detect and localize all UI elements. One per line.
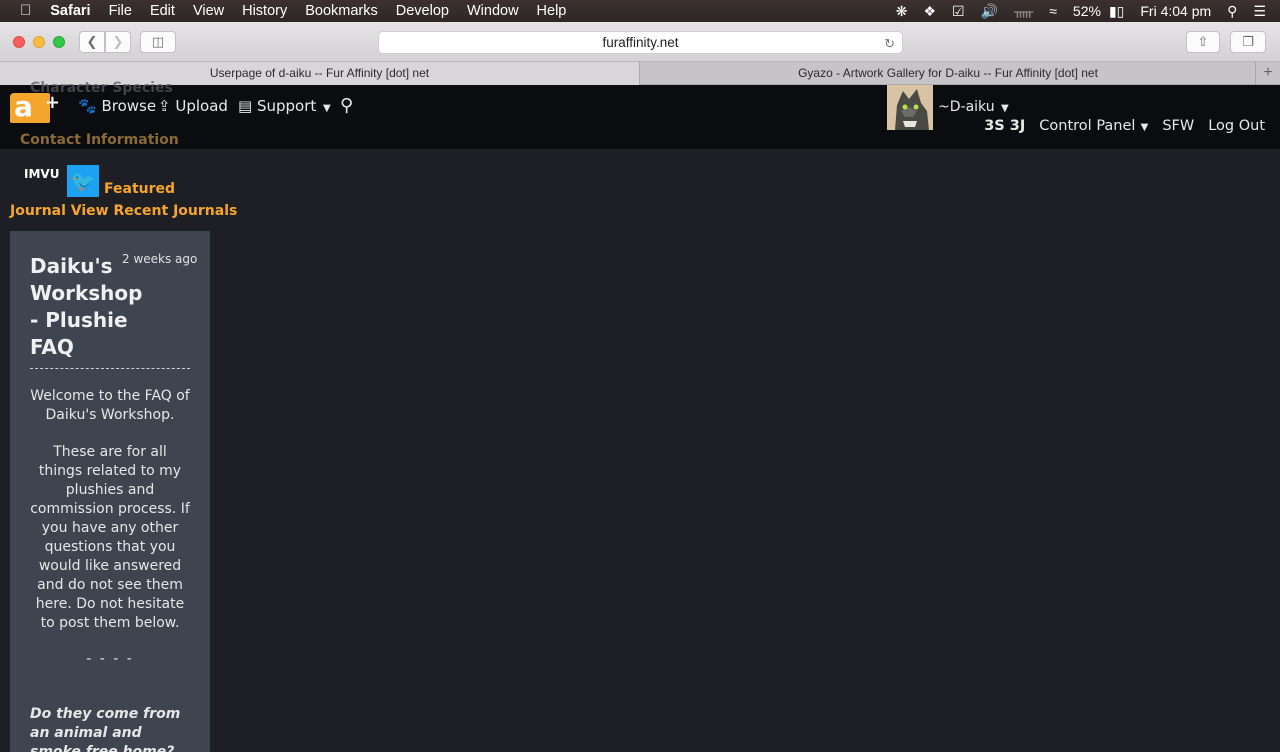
sfw-toggle[interactable]: SFW bbox=[1162, 118, 1194, 134]
apple-menu-icon[interactable]:  bbox=[0, 0, 41, 22]
journal-links[interactable]: Journal View Recent Journals bbox=[10, 203, 237, 219]
battery-icon[interactable]: ▮▯ bbox=[1109, 0, 1132, 22]
journal-timestamp: 2 weeks ago bbox=[122, 252, 198, 266]
menu-bookmarks[interactable]: Bookmarks bbox=[296, 0, 387, 22]
contact-information-label: Contact Information bbox=[20, 132, 179, 148]
nav-upload[interactable]: ⇪ Upload bbox=[158, 97, 228, 115]
twitter-icon[interactable]: 🐦 bbox=[67, 165, 99, 197]
bluetooth-icon[interactable]: ᚅ bbox=[1006, 0, 1041, 22]
journal-paragraph-2: These are for all things related to my p… bbox=[30, 444, 190, 631]
caret-down-icon: ▼ bbox=[1001, 103, 1009, 114]
journal-paragraph-1: Welcome to the FAQ of Daiku's Workshop. bbox=[30, 388, 190, 423]
featured-link[interactable]: Featured bbox=[104, 181, 175, 197]
menu-app-name[interactable]: Safari bbox=[41, 0, 99, 22]
imvu-label: IMVU bbox=[24, 167, 60, 181]
nav-browse-label: Browse bbox=[101, 97, 157, 115]
menu-file[interactable]: File bbox=[100, 0, 141, 22]
journal-question: Do they come from an animal and smoke fr… bbox=[30, 706, 181, 752]
nav-support[interactable]: ▤ Support ▼ bbox=[238, 97, 331, 115]
journal-divider bbox=[30, 368, 190, 369]
menu-edit[interactable]: Edit bbox=[141, 0, 184, 22]
plus-icon: + bbox=[1263, 64, 1273, 81]
spotlight-icon[interactable]: ⚲ bbox=[1219, 0, 1245, 22]
user-links: 3S 3J Control Panel ▼ SFW Log Out bbox=[984, 118, 1265, 134]
check-icon[interactable]: ☑ bbox=[944, 0, 973, 22]
notification-center-icon[interactable]: ☰ bbox=[1245, 0, 1280, 22]
zoom-window-button[interactable] bbox=[53, 36, 65, 48]
journal-card: Daiku's Workshop - Plushie FAQ 2 weeks a… bbox=[10, 231, 210, 752]
mac-menubar:  Safari File Edit View History Bookmark… bbox=[0, 0, 1280, 22]
tabs-icon: ❐ bbox=[1242, 34, 1254, 50]
url-text: furaffinity.net bbox=[602, 35, 679, 50]
menu-window[interactable]: Window bbox=[458, 0, 528, 22]
site-header: Character Species a + 🐾 Browse ⇪ Upload ▤… bbox=[0, 80, 1280, 149]
close-window-button[interactable] bbox=[13, 36, 25, 48]
clock[interactable]: Fri 4:04 pm bbox=[1132, 0, 1219, 22]
menu-help[interactable]: Help bbox=[528, 0, 576, 22]
nav-upload-label: Upload bbox=[175, 97, 228, 115]
forward-button[interactable]: ❯ bbox=[105, 31, 131, 53]
share-icon: ⇧ bbox=[1197, 34, 1209, 50]
volume-icon[interactable]: 🔊 bbox=[973, 0, 1006, 22]
dropbox-icon[interactable]: ❖ bbox=[915, 0, 944, 22]
fa-logo[interactable]: a + bbox=[10, 92, 60, 123]
user-menu[interactable]: ~D-aiku ▼ bbox=[938, 99, 1009, 115]
upload-icon: ⇪ bbox=[158, 97, 171, 115]
nav-support-label: Support bbox=[256, 97, 317, 115]
paw-icon: 🐾 bbox=[78, 97, 97, 115]
chevron-left-icon: ❮ bbox=[86, 34, 98, 50]
plus-icon: + bbox=[44, 92, 60, 113]
address-bar[interactable]: furaffinity.net ↻ bbox=[378, 31, 903, 54]
web-page: Character Species a + 🐾 Browse ⇪ Upload ▤… bbox=[0, 80, 1280, 752]
sidebar-toggle-button[interactable]: ◫ bbox=[140, 31, 176, 53]
menu-develop[interactable]: Develop bbox=[387, 0, 458, 22]
browser-toolbar: ❮ ❯ ◫ furaffinity.net ↻ ⇧ ❐ bbox=[0, 22, 1280, 62]
journal-title[interactable]: Daiku's Workshop - Plushie FAQ bbox=[30, 253, 142, 361]
activity-icon[interactable]: ❋ bbox=[888, 0, 916, 22]
control-panel-menu[interactable]: Control Panel ▼ bbox=[1039, 118, 1148, 134]
sidebar-icon: ◫ bbox=[151, 34, 165, 50]
logout-link[interactable]: Log Out bbox=[1208, 118, 1265, 134]
caret-down-icon: ▼ bbox=[323, 103, 331, 114]
control-panel-label: Control Panel bbox=[1039, 118, 1136, 134]
menu-view[interactable]: View bbox=[184, 0, 233, 22]
chevron-right-icon: ❯ bbox=[112, 34, 124, 50]
caret-down-icon: ▼ bbox=[1137, 122, 1149, 133]
username: ~D-aiku bbox=[938, 99, 995, 115]
nav-browse[interactable]: 🐾 Browse bbox=[78, 97, 156, 115]
user-avatar[interactable] bbox=[887, 85, 933, 130]
reload-icon[interactable]: ↻ bbox=[884, 33, 895, 54]
wifi-icon[interactable]: ≈ bbox=[1041, 0, 1065, 22]
journal-section-divider: - - - - bbox=[86, 651, 134, 667]
back-button[interactable]: ❮ bbox=[79, 31, 105, 53]
avatar-icon bbox=[887, 85, 933, 130]
share-button[interactable]: ⇧ bbox=[1186, 31, 1220, 53]
imvu-icon[interactable]: IMVU bbox=[24, 165, 60, 199]
support-icon: ▤ bbox=[238, 97, 253, 115]
tab-gyazo-gallery[interactable]: Gyazo - Artwork Gallery for D-aiku -- Fu… bbox=[641, 62, 1255, 85]
tab-bar: Userpage of d-aiku -- Fur Affinity [dot]… bbox=[0, 62, 1280, 85]
new-tab-button[interactable]: + bbox=[1255, 62, 1280, 85]
show-tabs-button[interactable]: ❐ bbox=[1230, 31, 1266, 53]
notification-counts[interactable]: 3S 3J bbox=[984, 118, 1025, 134]
minimize-window-button[interactable] bbox=[33, 36, 45, 48]
menubar-status-area: ❋ ❖ ☑ 🔊 ᚅ ≈ 52% ▮▯ Fri 4:04 pm ⚲ ☰ bbox=[888, 0, 1280, 22]
search-icon[interactable]: ⚲ bbox=[340, 95, 353, 116]
menu-history[interactable]: History bbox=[233, 0, 296, 22]
battery-percent[interactable]: 52% bbox=[1065, 0, 1109, 22]
